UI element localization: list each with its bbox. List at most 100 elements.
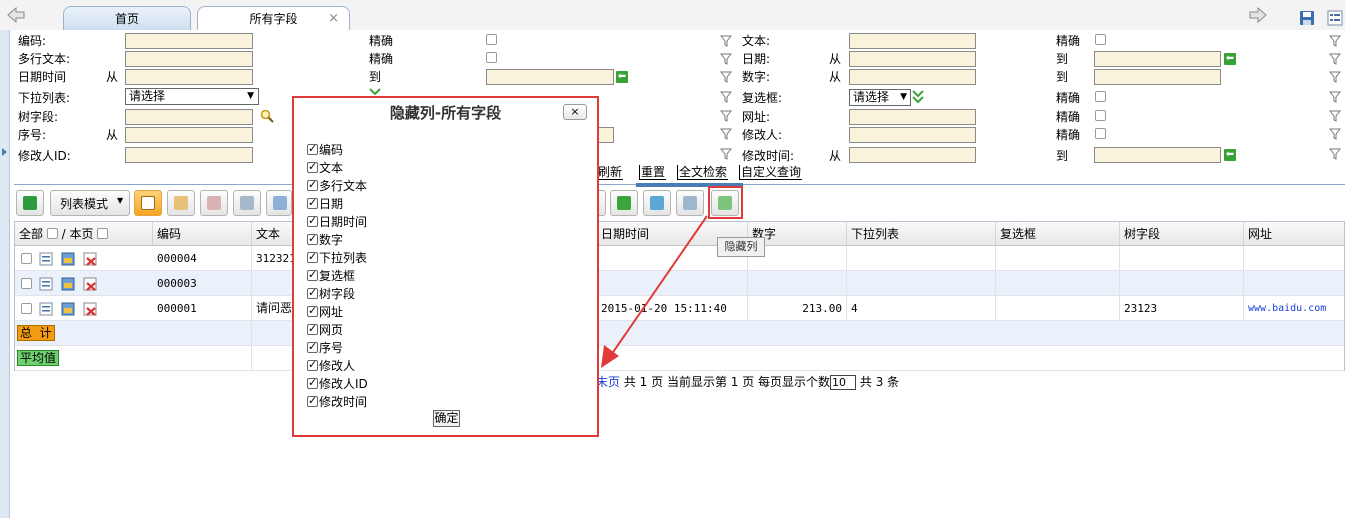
column-toggle[interactable]: 文本 — [307, 159, 343, 177]
exact-checkbox[interactable] — [1095, 128, 1106, 139]
last-page-link[interactable]: 末页 — [596, 375, 620, 389]
tab-all-fields[interactable]: 所有字段 × — [197, 6, 350, 30]
custom-query-button[interactable]: 自定义查询 — [739, 165, 803, 180]
date-from-input[interactable] — [849, 51, 976, 67]
date-to-input[interactable] — [1094, 51, 1221, 67]
clear-icon[interactable]: ⬅ — [616, 71, 628, 83]
dialog-close-button[interactable]: × — [563, 104, 587, 120]
forward-arrow-icon[interactable] — [1248, 6, 1268, 24]
save-icon[interactable] — [1299, 10, 1315, 26]
datetime-to-input[interactable] — [486, 69, 614, 85]
checked-checkbox[interactable] — [307, 358, 318, 371]
filter-icon[interactable] — [1329, 35, 1341, 47]
checked-checkbox[interactable] — [307, 142, 318, 155]
column-toggle[interactable]: 日期时间 — [307, 213, 367, 231]
modifier-input[interactable] — [849, 127, 976, 143]
checked-checkbox[interactable] — [307, 286, 318, 299]
search-icon[interactable] — [260, 109, 274, 123]
cell-url[interactable]: www.baidu.com — [1244, 296, 1345, 321]
clear-icon[interactable]: ⬅ — [1224, 149, 1236, 161]
refresh-grid-button[interactable] — [16, 190, 44, 216]
column-toggle[interactable]: 修改时间 — [307, 393, 367, 411]
dropdown-select[interactable]: 请选择 ▼ — [125, 88, 259, 105]
checked-checkbox[interactable] — [307, 340, 318, 353]
filter-icon[interactable] — [1329, 148, 1341, 160]
detail-icon[interactable] — [39, 302, 53, 316]
row-checkbox[interactable] — [21, 303, 32, 314]
filter-icon[interactable] — [1329, 91, 1341, 103]
column-toggle[interactable]: 修改人 — [307, 357, 355, 375]
column-header-url[interactable]: 网址 — [1244, 222, 1345, 245]
checked-checkbox[interactable] — [307, 250, 318, 263]
column-toggle[interactable]: 树字段 — [307, 285, 355, 303]
seq-from-input[interactable] — [125, 127, 253, 143]
modtime-from-input[interactable] — [849, 147, 976, 163]
list-mode-button[interactable]: 列表模式 ▼ — [50, 190, 130, 216]
column-header-checkbox[interactable]: 复选框 — [996, 222, 1120, 245]
column-toggle[interactable]: 修改人ID — [307, 375, 368, 393]
checked-checkbox[interactable] — [307, 394, 318, 407]
row-checkbox[interactable] — [21, 278, 32, 289]
export-button[interactable] — [266, 190, 292, 216]
seq-to-input[interactable] — [598, 127, 614, 143]
column-header-code[interactable]: 编码 — [153, 222, 252, 245]
expand-triangle-icon[interactable] — [2, 148, 7, 156]
delete-row-icon[interactable] — [83, 252, 97, 266]
tab-home[interactable]: 首页 — [63, 6, 191, 30]
column-header-tree[interactable]: 树字段 — [1120, 222, 1244, 245]
exact-checkbox[interactable] — [486, 52, 497, 63]
filter-icon[interactable] — [720, 128, 732, 140]
detail-icon[interactable] — [39, 252, 53, 266]
column-toggle[interactable]: 下拉列表 — [307, 249, 367, 267]
filter-icon[interactable] — [720, 53, 732, 65]
filter-icon[interactable] — [1329, 110, 1341, 122]
filter-icon[interactable] — [720, 35, 732, 47]
row-checkbox[interactable] — [21, 253, 32, 264]
checked-checkbox[interactable] — [307, 196, 318, 209]
number-to-input[interactable] — [1094, 69, 1221, 85]
column-toggle[interactable]: 编码 — [307, 141, 343, 159]
checked-checkbox[interactable] — [307, 304, 318, 317]
column-toggle[interactable]: 复选框 — [307, 267, 355, 285]
number-from-input[interactable] — [849, 69, 976, 85]
chevron-down-icon[interactable] — [369, 88, 381, 96]
column-toggle[interactable]: 数字 — [307, 231, 343, 249]
tree-input[interactable] — [125, 109, 253, 125]
edit-row-icon[interactable] — [61, 302, 75, 316]
delete-button[interactable] — [200, 190, 228, 216]
checked-checkbox[interactable] — [307, 268, 318, 281]
column-header-dropdown[interactable]: 下拉列表 — [847, 222, 996, 245]
delete-row-icon[interactable] — [83, 277, 97, 291]
list-icon[interactable] — [1327, 10, 1343, 26]
filter-icon[interactable] — [720, 71, 732, 83]
exact-checkbox[interactable] — [1095, 110, 1106, 121]
column-toggle[interactable]: 网页 — [307, 321, 343, 339]
exact-checkbox[interactable] — [1095, 91, 1106, 102]
filter-icon[interactable] — [720, 110, 732, 122]
per-page-input[interactable]: 10 — [830, 375, 857, 390]
modifier-id-input[interactable] — [125, 147, 253, 163]
checked-checkbox[interactable] — [307, 232, 318, 245]
ok-button[interactable]: 确定 — [433, 410, 460, 427]
edit-row-icon[interactable] — [61, 252, 75, 266]
column-toggle[interactable]: 日期 — [307, 195, 343, 213]
code-input[interactable] — [125, 33, 253, 49]
filter-icon[interactable] — [1329, 53, 1341, 65]
datetime-from-input[interactable] — [125, 69, 253, 85]
double-chevron-icon[interactable] — [912, 90, 924, 104]
select-all-checkbox[interactable] — [46, 228, 58, 239]
checkbox-select[interactable]: 请选择 ▼ — [849, 89, 911, 106]
modtime-to-input[interactable] — [1094, 147, 1221, 163]
filter-icon[interactable] — [720, 91, 732, 103]
delete-row-icon[interactable] — [83, 302, 97, 316]
filter-icon[interactable] — [720, 148, 732, 160]
select-page-checkbox[interactable] — [97, 228, 109, 239]
filter-icon[interactable] — [1329, 128, 1341, 140]
exact-checkbox[interactable] — [1095, 34, 1106, 45]
column-toggle[interactable]: 网址 — [307, 303, 343, 321]
detail-icon[interactable] — [39, 277, 53, 291]
print-button[interactable] — [233, 190, 261, 216]
checked-checkbox[interactable] — [307, 376, 318, 389]
exact-checkbox[interactable] — [486, 34, 497, 45]
text-input[interactable] — [849, 33, 976, 49]
